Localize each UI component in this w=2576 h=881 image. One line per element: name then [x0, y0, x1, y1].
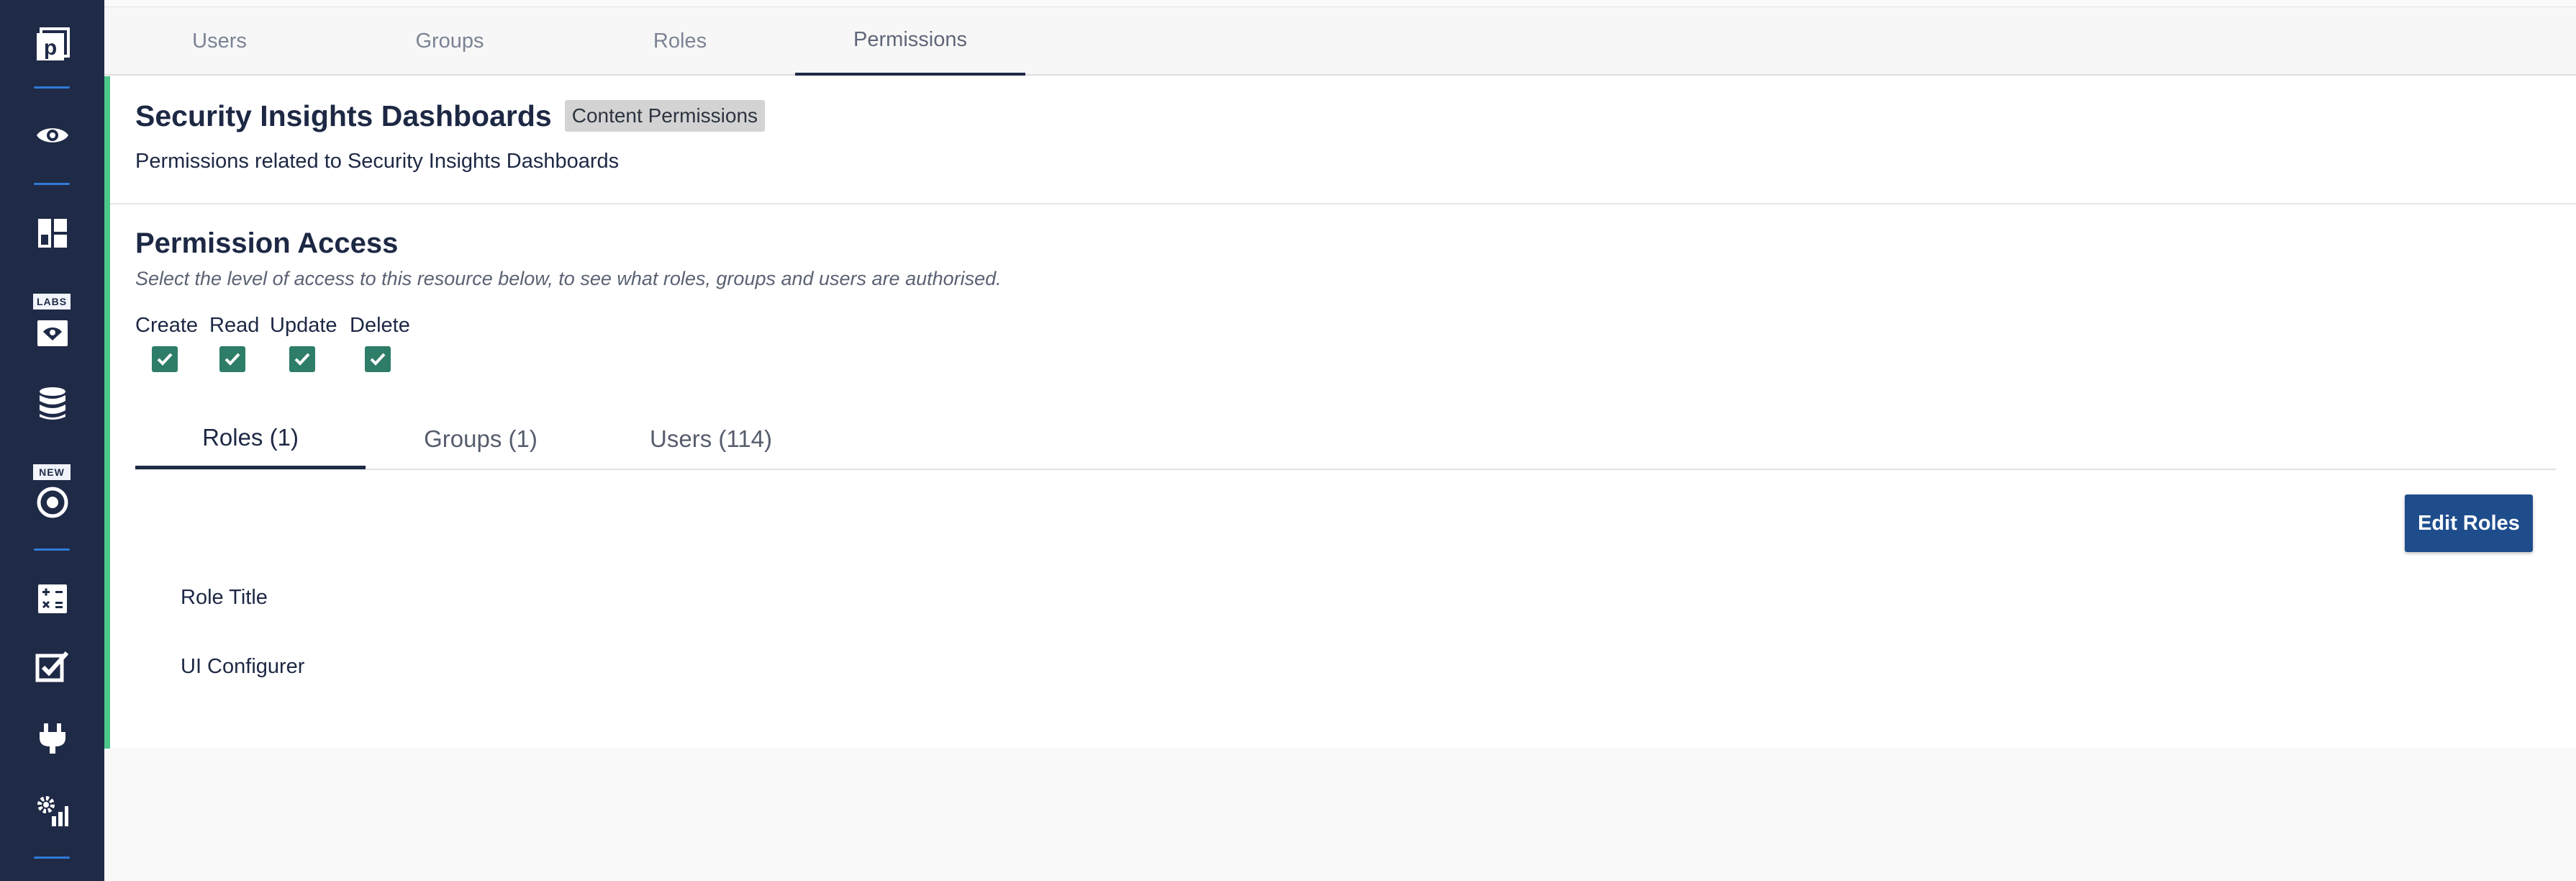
check-icon [294, 353, 310, 366]
sidebar-divider [34, 857, 70, 859]
sidebar: p LABS NEW [0, 0, 104, 881]
checkbox-edit-icon[interactable] [0, 646, 104, 687]
plug-icon[interactable] [0, 718, 104, 759]
eye-icon[interactable] [0, 115, 104, 155]
check-icon [157, 353, 173, 366]
read-checkbox[interactable] [219, 346, 245, 372]
update-checkbox[interactable] [289, 346, 315, 372]
permission-access-title: Permission Access [135, 227, 399, 259]
tab-roles[interactable]: Roles [565, 7, 795, 76]
delete-checkbox[interactable] [365, 346, 391, 372]
subtab-groups[interactable]: Groups (1) [366, 409, 596, 469]
edit-roles-button[interactable]: Edit Roles [2405, 494, 2533, 552]
top-strip [104, 0, 2576, 7]
accent-bar [104, 76, 110, 749]
page-title: Security Insights Dashboards [135, 99, 552, 132]
target-icon[interactable] [0, 482, 104, 523]
labs-badge: LABS [33, 294, 71, 310]
sidebar-divider [34, 183, 70, 185]
permission-access-subtitle: Select the level of access to this resou… [135, 268, 1002, 289]
subtab-users[interactable]: Users (114) [596, 409, 826, 469]
check-icon [370, 353, 386, 366]
sidebar-divider [34, 548, 70, 551]
new-badge: NEW [33, 464, 71, 480]
role-title-header: Role Title [181, 586, 268, 609]
top-tabs: Users Groups Roles Permissions [104, 7, 2576, 76]
logo-p-icon[interactable]: p [0, 22, 104, 68]
settings-chart-icon[interactable] [0, 790, 104, 832]
resource-header: Security Insights Dashboards Content Per… [135, 97, 766, 135]
tab-groups[interactable]: Groups [335, 7, 565, 76]
content-permissions-badge: Content Permissions [564, 100, 766, 132]
tab-permissions[interactable]: Permissions [795, 7, 1025, 76]
app-page: p LABS NEW Users Groups Roles Permission… [0, 0, 2576, 881]
section-divider [110, 203, 2576, 204]
tab-users[interactable]: Users [104, 7, 335, 76]
subtab-roles[interactable]: Roles (1) [135, 409, 366, 469]
update-label: Update [270, 314, 337, 337]
create-label: Create [135, 314, 199, 337]
check-icon [225, 353, 240, 366]
read-label: Read [209, 314, 260, 337]
dashboard-icon[interactable] [0, 213, 104, 253]
database-icon[interactable] [0, 383, 104, 425]
delete-label: Delete [350, 314, 410, 337]
create-checkbox[interactable] [152, 346, 178, 372]
table-row[interactable]: UI Configurer [181, 655, 304, 679]
labs-vision-icon[interactable] [0, 314, 104, 353]
calculator-icon[interactable] [0, 579, 104, 619]
svg-text:p: p [43, 36, 56, 60]
resource-description: Permissions related to Security Insights… [135, 150, 620, 173]
sidebar-divider [34, 86, 70, 89]
